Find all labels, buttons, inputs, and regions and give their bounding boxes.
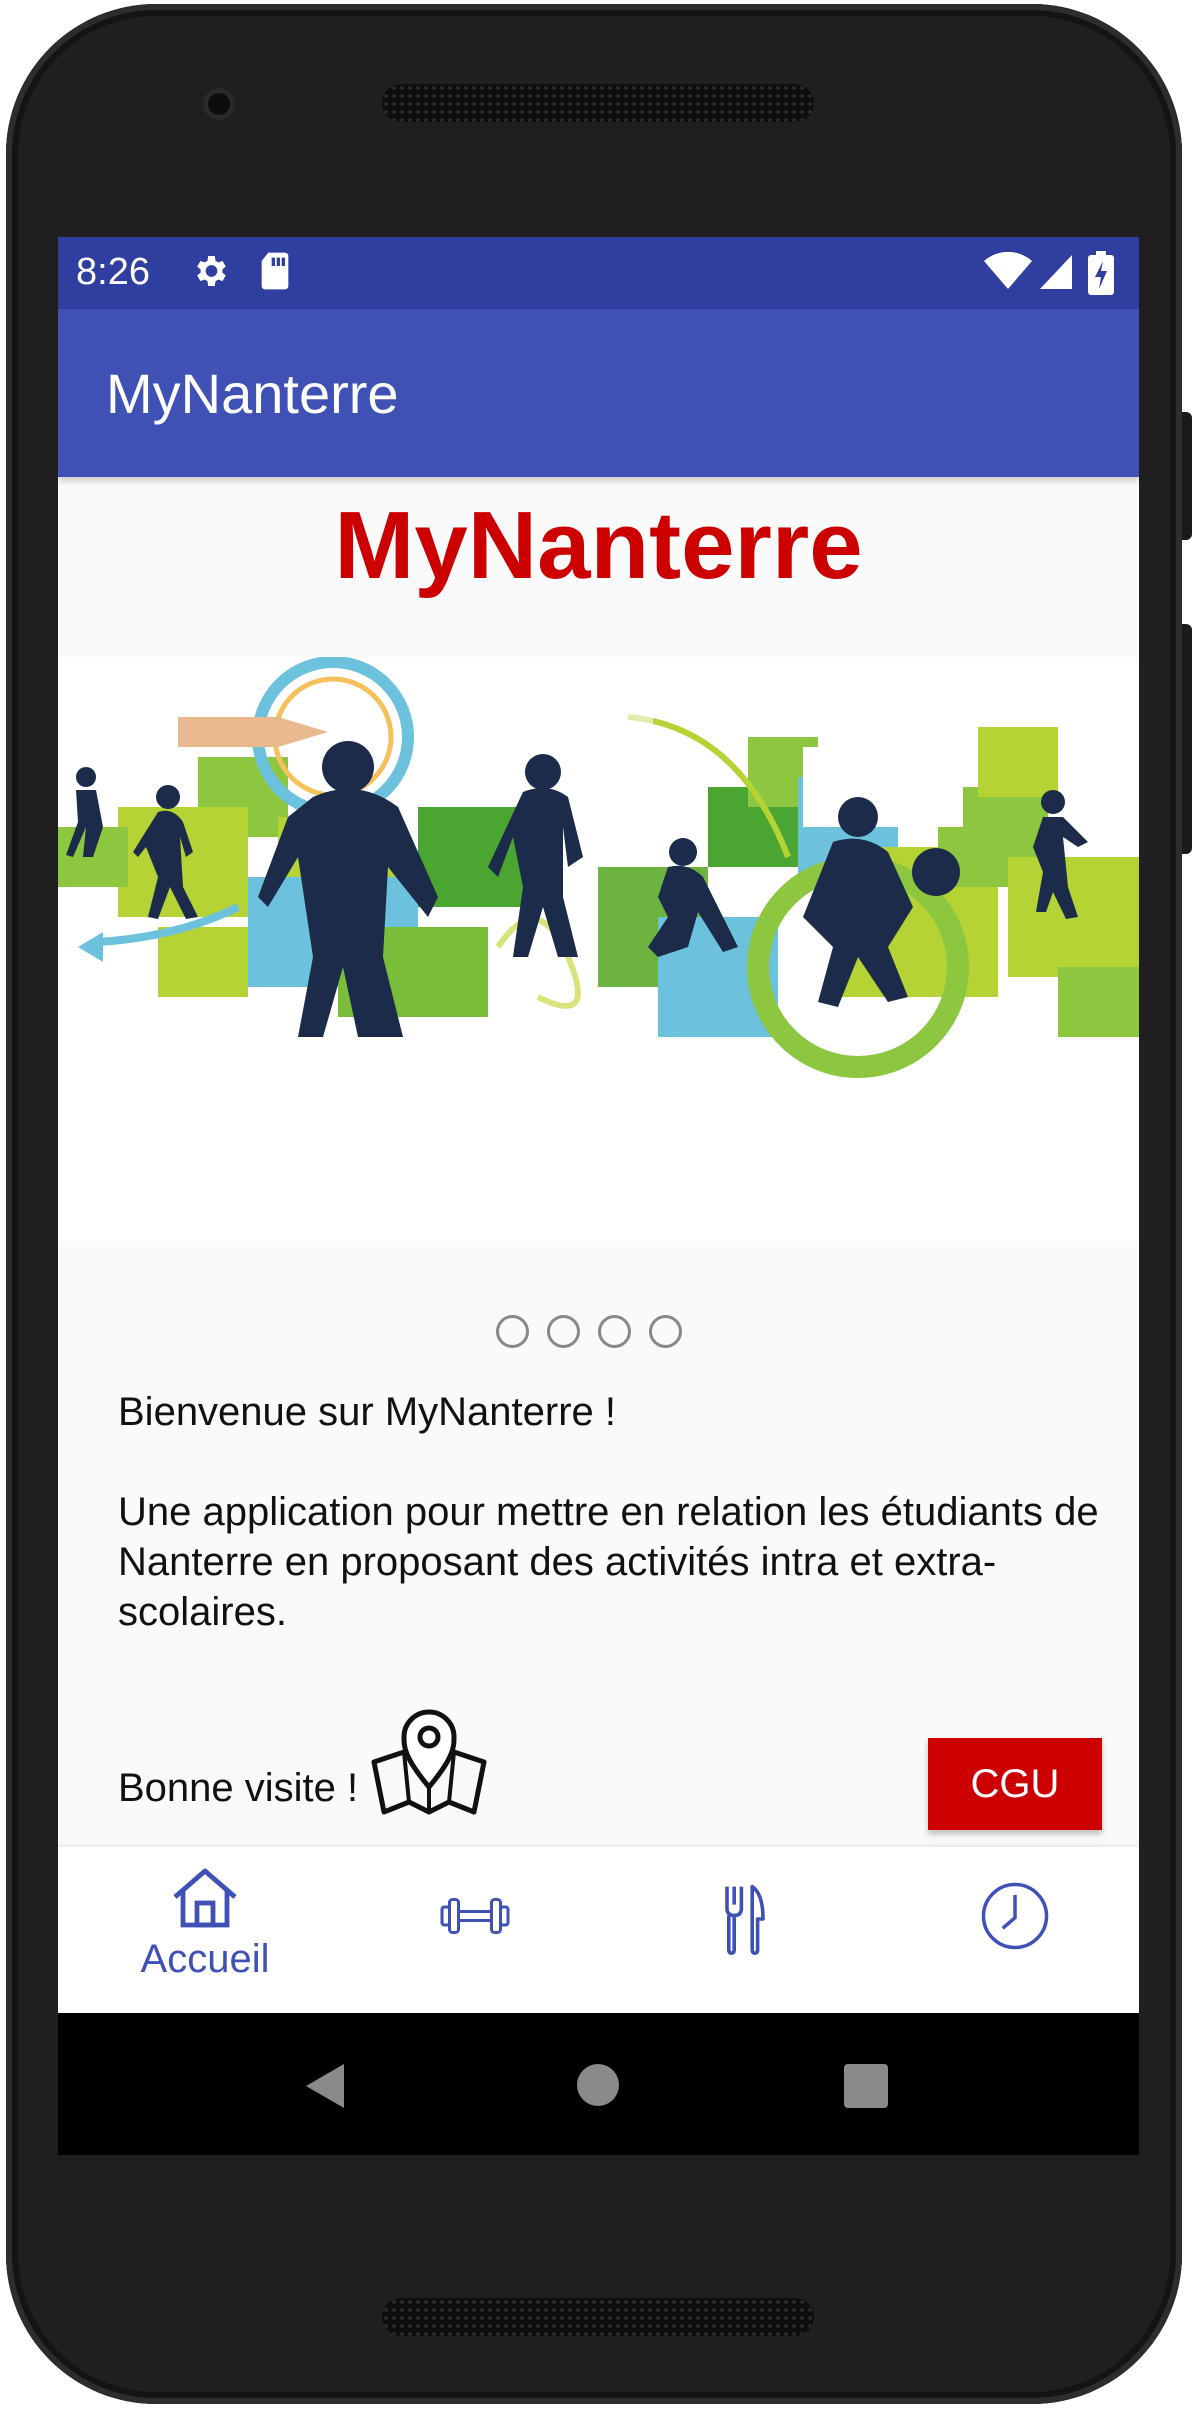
map-pin-icon [371, 1709, 487, 1815]
carousel-dot[interactable] [547, 1315, 580, 1348]
app-bar: MyNanterre [58, 309, 1139, 477]
cell-signal-icon [1040, 255, 1072, 289]
power-button [1182, 412, 1192, 540]
carousel-dot[interactable] [496, 1315, 529, 1348]
hero-title: MyNanterre [334, 492, 863, 599]
sports-banner-image [58, 657, 1139, 1078]
status-bar: 8:26 [58, 237, 1139, 309]
welcome-text: Bienvenue sur MyNanterre ! [118, 1390, 617, 1434]
nav-item-sport[interactable] [340, 1847, 610, 2013]
clock-icon [981, 1882, 1049, 1950]
sd-card-icon [261, 252, 289, 290]
back-button[interactable] [302, 2062, 348, 2110]
carousel-dot[interactable] [598, 1315, 631, 1348]
nav-item-accueil[interactable]: Accueil [70, 1847, 340, 2013]
recents-button[interactable] [844, 2064, 888, 2108]
phone-frame: 8:26 MyNanterre MyNanterre Bienvenue sur… [6, 4, 1192, 2404]
farewell-text: Bonne visite ! [118, 1766, 359, 1810]
wifi-icon [984, 251, 1032, 289]
carousel-dot[interactable] [649, 1315, 682, 1348]
top-speaker [382, 84, 814, 122]
screen: 8:26 MyNanterre MyNanterre Bienvenue sur… [58, 237, 1139, 2155]
cgu-button[interactable]: CGU [928, 1738, 1102, 1830]
description-text: Une application pour mettre en relation … [118, 1490, 1099, 1634]
bottom-navigation: Accueil [58, 1847, 1139, 2013]
bottom-speaker [382, 2298, 814, 2336]
fork-knife-icon [725, 1884, 765, 1955]
nav-label-accueil: Accueil [140, 1937, 270, 1981]
front-camera [203, 88, 235, 120]
volume-button [1182, 624, 1192, 854]
status-time: 8:26 [76, 251, 150, 293]
gear-icon [197, 256, 226, 286]
nav-item-restauration[interactable] [610, 1847, 880, 2013]
battery-charging-icon [1088, 251, 1114, 295]
dumbbell-icon [440, 1898, 510, 1934]
home-button[interactable] [576, 2063, 620, 2107]
home-icon [173, 1868, 237, 1928]
carousel-indicators [496, 1315, 682, 1355]
app-title: MyNanterre [106, 362, 399, 425]
system-navigation-bar [58, 2013, 1139, 2155]
nav-item-horaires[interactable] [880, 1847, 1139, 2013]
image-carousel[interactable] [58, 657, 1139, 1241]
